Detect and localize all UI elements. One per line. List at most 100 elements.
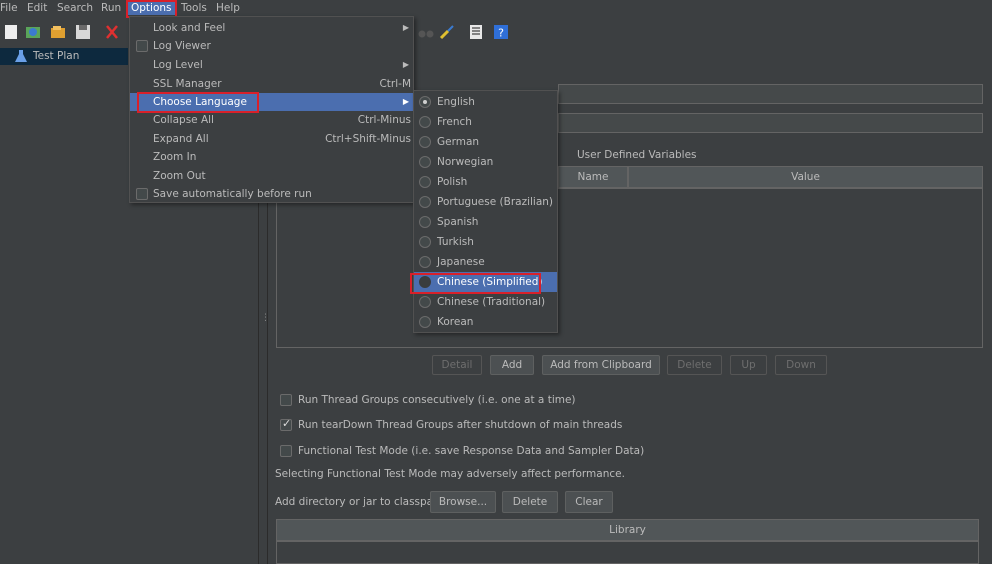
clear-button[interactable]: Clear xyxy=(565,491,613,513)
menu-item-collapse-all[interactable]: Collapse All Ctrl-Minus xyxy=(130,111,413,129)
language-label: Korean xyxy=(437,316,474,328)
submenu-arrow-icon: ▶ xyxy=(402,97,409,106)
open-icon[interactable] xyxy=(50,24,66,40)
svg-text:?: ? xyxy=(498,27,504,40)
functional-test-mode-label: Functional Test Mode (i.e. save Response… xyxy=(298,445,645,457)
radio[interactable] xyxy=(419,196,431,208)
down-button[interactable]: Down xyxy=(775,355,827,375)
menu-item-log-level[interactable]: Log Level ▶ xyxy=(130,56,413,74)
menu-item-label: Collapse All xyxy=(153,114,214,126)
language-polish[interactable]: Polish xyxy=(414,172,557,192)
menu-help[interactable]: Help xyxy=(216,1,240,15)
functional-test-mode-checkbox[interactable] xyxy=(280,445,292,457)
tree-item-label: Test Plan xyxy=(33,50,80,62)
menu-item-zoom-in[interactable]: Zoom In xyxy=(130,148,413,166)
language-label: German xyxy=(437,136,480,148)
log-viewer-checkbox[interactable] xyxy=(136,40,148,52)
language-chinese-simplified[interactable]: Chinese (Simplified) xyxy=(414,272,557,292)
udv-table[interactable] xyxy=(276,188,983,348)
save-automatically-checkbox[interactable] xyxy=(136,188,148,200)
menu-search[interactable]: Search xyxy=(57,1,93,15)
run-consecutively-checkbox[interactable] xyxy=(280,394,292,406)
delete-variable-button[interactable]: Delete xyxy=(667,355,722,375)
radio[interactable] xyxy=(419,216,431,228)
radio[interactable] xyxy=(419,316,431,328)
shortcut-label: Ctrl+Shift-Minus xyxy=(325,133,411,145)
save-icon[interactable] xyxy=(75,24,91,40)
language-portuguese-brazilian[interactable]: Portuguese (Brazilian) xyxy=(414,192,557,212)
options-menu: Look and Feel ▶ Log Viewer Log Level ▶ SSL… xyxy=(129,16,414,203)
name-field[interactable] xyxy=(558,84,983,104)
language-label: Norwegian xyxy=(437,156,494,168)
radio[interactable] xyxy=(419,276,431,288)
binoculars-icon[interactable] xyxy=(418,24,434,40)
radio[interactable] xyxy=(419,256,431,268)
menu-item-look-and-feel[interactable]: Look and Feel ▶ xyxy=(130,19,413,37)
language-label: Spanish xyxy=(437,216,479,228)
comments-field[interactable] xyxy=(558,113,983,133)
menu-item-label: Log Viewer xyxy=(153,40,211,52)
browse-button[interactable]: Browse... xyxy=(430,491,496,513)
library-table[interactable] xyxy=(276,541,979,564)
new-file-icon[interactable] xyxy=(3,24,19,40)
menu-item-label: Log Level xyxy=(153,59,203,71)
udv-header-name[interactable]: Name xyxy=(558,166,628,188)
add-button[interactable]: Add xyxy=(490,355,534,375)
up-button[interactable]: Up xyxy=(730,355,767,375)
menu-item-log-viewer[interactable]: Log Viewer xyxy=(130,37,413,55)
submenu-arrow-icon: ▶ xyxy=(402,60,409,69)
language-japanese[interactable]: Japanese xyxy=(414,252,557,272)
function-helper-icon[interactable] xyxy=(468,24,484,40)
add-from-clipboard-button[interactable]: Add from Clipboard xyxy=(542,355,660,375)
menu-item-label: Look and Feel xyxy=(153,22,226,34)
language-submenu: English French German Norwegian Polish P… xyxy=(413,90,558,333)
help-icon[interactable]: ? xyxy=(493,24,509,40)
udv-title: User Defined Variables xyxy=(577,149,697,161)
menu-item-expand-all[interactable]: Expand All Ctrl+Shift-Minus xyxy=(130,130,413,148)
menu-item-label: Zoom Out xyxy=(153,170,206,182)
language-chinese-traditional[interactable]: Chinese (Traditional) xyxy=(414,292,557,312)
flask-icon xyxy=(15,50,27,62)
language-korean[interactable]: Korean xyxy=(414,312,557,332)
tree-item-test-plan[interactable]: Test Plan xyxy=(0,48,128,65)
menu-file[interactable]: File xyxy=(0,1,18,15)
library-header[interactable]: Library xyxy=(276,519,979,541)
language-french[interactable]: French xyxy=(414,112,557,132)
menu-tools[interactable]: Tools xyxy=(181,1,207,15)
language-german[interactable]: German xyxy=(414,132,557,152)
menu-item-choose-language[interactable]: Choose Language ▶ xyxy=(130,93,413,111)
radio-selected[interactable] xyxy=(419,96,431,108)
language-label: Polish xyxy=(437,176,468,188)
radio[interactable] xyxy=(419,156,431,168)
language-label: Chinese (Simplified) xyxy=(437,276,543,288)
language-english[interactable]: English xyxy=(414,92,557,112)
radio[interactable] xyxy=(419,116,431,128)
cut-icon[interactable] xyxy=(104,24,120,40)
delete-classpath-button[interactable]: Delete xyxy=(502,491,558,513)
radio[interactable] xyxy=(419,176,431,188)
radio[interactable] xyxy=(419,136,431,148)
radio[interactable] xyxy=(419,296,431,308)
menu-options[interactable]: Options xyxy=(127,1,176,15)
language-label: Turkish xyxy=(437,236,474,248)
language-label: Chinese (Traditional) xyxy=(437,296,546,308)
udv-header-value[interactable]: Value xyxy=(628,166,983,188)
menu-item-label: Choose Language xyxy=(153,96,247,108)
language-spanish[interactable]: Spanish xyxy=(414,212,557,232)
menu-item-ssl-manager[interactable]: SSL Manager Ctrl-M xyxy=(130,75,413,93)
menu-run[interactable]: Run xyxy=(101,1,121,15)
language-norwegian[interactable]: Norwegian xyxy=(414,152,557,172)
detail-button[interactable]: Detail xyxy=(432,355,482,375)
menu-edit[interactable]: Edit xyxy=(27,1,47,15)
menu-item-zoom-out[interactable]: Zoom Out xyxy=(130,167,413,185)
menu-item-label: SSL Manager xyxy=(153,78,222,90)
templates-icon[interactable] xyxy=(25,24,41,40)
language-turkish[interactable]: Turkish xyxy=(414,232,557,252)
menu-item-save-automatically[interactable]: Save automatically before run xyxy=(130,185,413,203)
broom-icon[interactable] xyxy=(439,24,455,40)
menubar: File Edit Search Run Options Tools Help xyxy=(0,0,992,16)
radio[interactable] xyxy=(419,236,431,248)
menu-item-label: Save automatically before run xyxy=(153,188,312,200)
shortcut-label: Ctrl-Minus xyxy=(357,114,411,126)
run-teardown-checkbox[interactable] xyxy=(280,417,292,431)
